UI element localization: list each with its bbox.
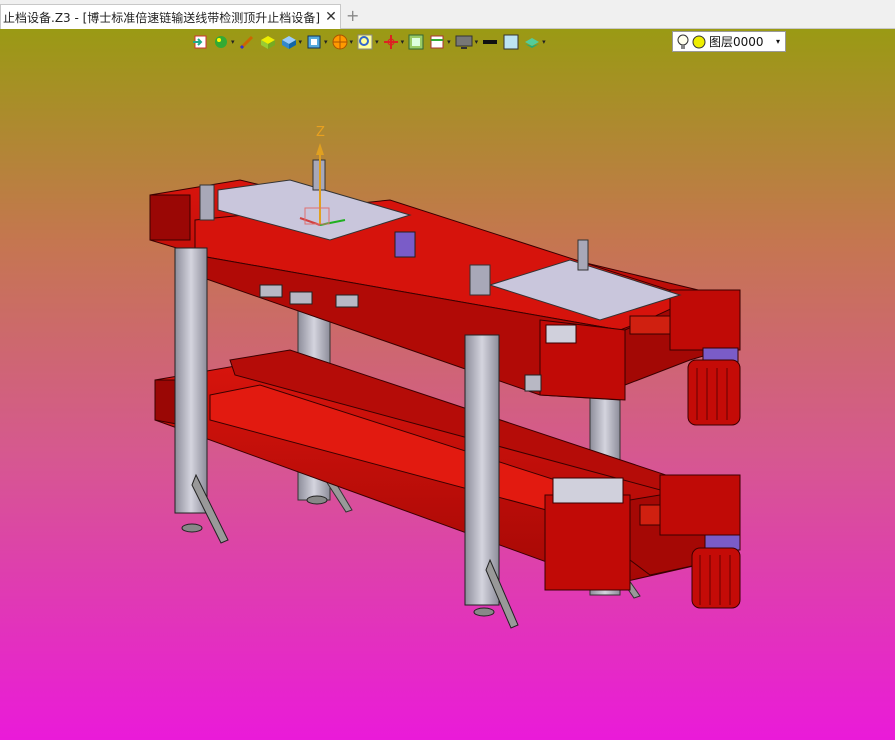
monitor-icon <box>455 35 473 49</box>
cube-button[interactable]: ▾ <box>279 32 304 52</box>
display-icon <box>430 35 444 49</box>
ucs-z-label: Z <box>316 125 325 140</box>
view-toolbar: ▾ ▾ ▾ ▾ ▾ ▾ ▾ ▾ ▾ <box>190 31 547 53</box>
cube-icon <box>281 36 296 49</box>
axis-button[interactable]: ▾ <box>381 32 406 52</box>
face-color-button[interactable] <box>501 32 521 52</box>
document-tab-title: 止档设备.Z3 - [博士标准倍速链输送线带检测顶升止档设备] <box>3 10 320 25</box>
layer-select[interactable]: 图层0000 ▾ <box>672 31 786 52</box>
brush-button[interactable] <box>237 32 257 52</box>
brush-icon <box>239 35 253 50</box>
line-color-icon <box>483 40 498 44</box>
tab-bar: 止档设备.Z3 - [博士标准倍速链输送线带检测顶升止档设备] ✕ + <box>0 0 895 29</box>
render-icon <box>332 34 348 50</box>
new-tab-button[interactable]: + <box>346 6 359 25</box>
monitor-button[interactable]: ▾ <box>453 32 480 52</box>
lightbulb-icon <box>677 34 689 49</box>
render-button[interactable]: ▾ <box>330 32 355 52</box>
frame-button[interactable] <box>406 32 426 52</box>
layer-style-icon <box>525 38 540 48</box>
document-tab[interactable]: 止档设备.Z3 - [博士标准倍速链输送线带检测顶升止档设备] ✕ <box>0 4 341 29</box>
view-cube-button[interactable]: ▾ <box>304 32 329 52</box>
layer-style-button[interactable]: ▾ <box>522 32 547 52</box>
3d-viewport[interactable]: Z ▾ ▾ ▾ ▾ ▾ ▾ ▾ ▾ ▾ 图层0000 ▾ <box>0 29 895 740</box>
box-icon <box>260 36 275 49</box>
layer-select-value: 图层0000 <box>709 35 764 49</box>
frame-icon <box>408 34 424 50</box>
chevron-down-icon[interactable]: ▾ <box>771 37 785 46</box>
paint-button[interactable]: ▾ <box>211 32 236 52</box>
import-icon <box>193 35 207 49</box>
box-button[interactable] <box>258 32 278 52</box>
face-color-icon <box>503 34 519 50</box>
line-color-button[interactable] <box>480 32 500 52</box>
layer-color-dot-icon <box>692 35 706 48</box>
axis-icon <box>383 35 398 49</box>
paint-icon <box>215 36 227 48</box>
lower-frame <box>154 349 721 591</box>
close-tab-icon[interactable]: ✕ <box>322 9 340 25</box>
zoom-icon <box>357 34 373 50</box>
conveyor-model <box>149 143 741 629</box>
display-button[interactable]: ▾ <box>427 32 452 52</box>
import-button[interactable] <box>190 32 210 52</box>
zoom-button[interactable]: ▾ <box>355 32 380 52</box>
view-cube-icon <box>307 35 321 49</box>
